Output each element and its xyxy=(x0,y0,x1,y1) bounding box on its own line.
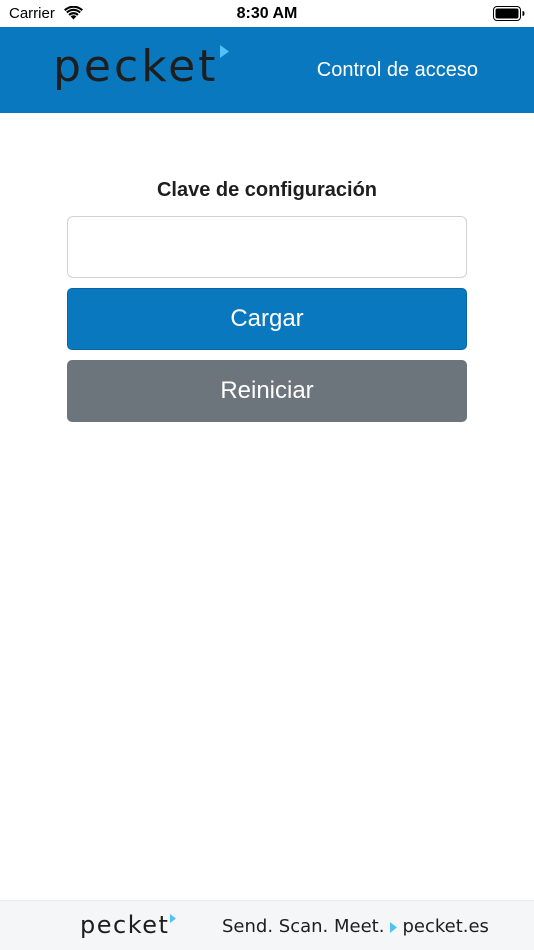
app-screen: Carrier 8:30 AM pecket Control de acceso… xyxy=(0,0,534,950)
footer-tagline-text: Send. Scan. Meet. xyxy=(222,916,385,937)
header-title: Control de acceso xyxy=(316,59,478,81)
reset-button[interactable]: Reiniciar xyxy=(67,360,467,422)
footer-website-link[interactable]: pecket.es xyxy=(402,916,488,938)
status-bar: Carrier 8:30 AM xyxy=(0,0,534,27)
config-key-label: Clave de configuración xyxy=(156,179,378,201)
footer-logo-arrow-icon xyxy=(170,914,177,923)
footer-logo: pecket xyxy=(80,909,177,941)
footer-tagline: Send. Scan. Meet. pecket.es xyxy=(222,916,489,938)
battery-icon xyxy=(493,6,525,21)
header-logo-text: pecket xyxy=(53,41,219,92)
app-header: pecket Control de acceso xyxy=(0,27,534,113)
footer-logo-text: pecket xyxy=(80,911,170,939)
app-footer: pecket Send. Scan. Meet. pecket.es xyxy=(0,900,534,950)
tagline-arrow-icon xyxy=(390,921,398,933)
load-button[interactable]: Cargar xyxy=(67,288,467,350)
logo-arrow-icon xyxy=(220,45,230,58)
config-key-input[interactable] xyxy=(67,216,467,278)
header-logo: pecket xyxy=(53,39,230,99)
status-time: 8:30 AM xyxy=(236,5,298,22)
